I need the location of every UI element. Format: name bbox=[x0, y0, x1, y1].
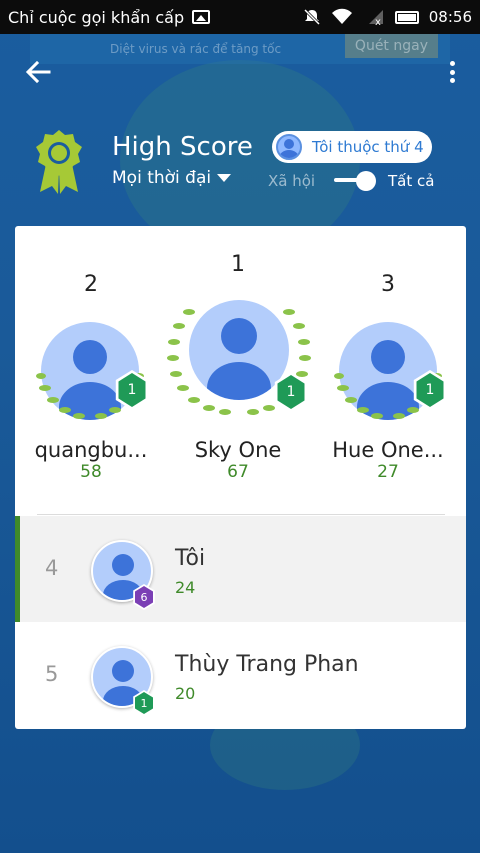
avatar-body bbox=[207, 362, 271, 400]
ad-banner[interactable]: Diệt virus và rác để tăng tốc Quét ngay bbox=[30, 34, 450, 64]
battery-icon bbox=[394, 10, 419, 24]
leaderboard-card: 2 1 quangbu... 58 1 1 Sky One 67 3 1 Hue… bbox=[15, 226, 466, 729]
player-name: Sky One bbox=[194, 438, 282, 462]
player-score: 20 bbox=[175, 684, 196, 703]
avatar bbox=[276, 134, 302, 160]
avatar-head bbox=[112, 660, 134, 682]
podium-rank: 3 bbox=[381, 272, 395, 297]
podium-first-info: Sky One 67 bbox=[178, 438, 298, 482]
period-label: Mọi thời đại bbox=[112, 168, 212, 188]
my-rank-label: Tôi thuộc thứ 4 bbox=[312, 138, 424, 156]
avatar-head bbox=[112, 554, 134, 576]
level-number: 1 bbox=[127, 382, 137, 398]
dot-icon bbox=[449, 61, 455, 66]
podium-rank: 2 bbox=[84, 272, 98, 297]
dot-icon bbox=[449, 78, 455, 83]
wifi-icon bbox=[331, 8, 352, 24]
level-number: 6 bbox=[140, 590, 148, 604]
row-rank: 4 bbox=[45, 556, 59, 580]
person-icon bbox=[279, 139, 299, 158]
player-name: Thùy Trang Phan bbox=[175, 652, 359, 677]
avatar-head bbox=[221, 318, 257, 354]
player-score: 24 bbox=[175, 578, 196, 597]
social-label[interactable]: Xã hội bbox=[268, 172, 315, 190]
player-name: quangbu... bbox=[34, 438, 148, 462]
divider bbox=[37, 514, 445, 515]
silent-icon bbox=[303, 8, 320, 26]
svg-text:x: x bbox=[375, 17, 381, 26]
arrow-left-icon bbox=[25, 60, 51, 84]
avatar-head bbox=[73, 340, 107, 374]
status-bar: Chỉ cuộc gọi khẩn cấp x 08:56 bbox=[0, 0, 480, 34]
ad-button[interactable]: Quét ngay bbox=[344, 34, 438, 58]
player-score: 58 bbox=[80, 462, 102, 482]
avatar[interactable] bbox=[189, 300, 289, 400]
signal-off-icon: x bbox=[368, 10, 383, 26]
podium-third[interactable]: 3 bbox=[328, 272, 448, 297]
clock: 08:56 bbox=[428, 8, 472, 26]
status-icons: x 08:56 bbox=[303, 8, 472, 26]
dot-icon bbox=[449, 69, 455, 75]
podium-rank: 1 bbox=[231, 252, 245, 277]
player-score: 27 bbox=[377, 462, 399, 482]
page-title: High Score bbox=[112, 132, 253, 162]
overflow-menu-button[interactable] bbox=[444, 58, 460, 86]
level-number: 1 bbox=[140, 696, 148, 710]
podium-first[interactable]: 1 bbox=[178, 252, 298, 277]
player-name: Tôi bbox=[175, 546, 206, 571]
player-score: 67 bbox=[227, 462, 249, 482]
row-rank: 5 bbox=[45, 662, 59, 686]
podium-third-info: Hue One... 27 bbox=[328, 438, 448, 482]
toggle-knob bbox=[356, 171, 376, 191]
scope-toggle[interactable] bbox=[334, 171, 378, 191]
carrier-text: Chỉ cuộc gọi khẩn cấp bbox=[8, 7, 185, 27]
my-rank-pill[interactable]: Tôi thuộc thứ 4 bbox=[272, 131, 432, 163]
ad-text: Diệt virus và rác để tăng tốc bbox=[110, 42, 282, 56]
award-ribbon-icon bbox=[36, 130, 82, 194]
level-number: 1 bbox=[286, 384, 296, 400]
podium-second[interactable]: 2 bbox=[31, 272, 151, 297]
level-number: 1 bbox=[425, 382, 435, 398]
avatar-head bbox=[371, 340, 405, 374]
carrier-area: Chỉ cuộc gọi khẩn cấp bbox=[8, 8, 303, 27]
list-item-me[interactable]: 4 6 Tôi 24 bbox=[15, 516, 466, 622]
all-label[interactable]: Tất cả bbox=[388, 172, 434, 190]
image-icon bbox=[192, 10, 211, 24]
back-button[interactable] bbox=[22, 56, 54, 88]
list-item[interactable]: 5 1 Thùy Trang Phan 20 bbox=[15, 622, 466, 728]
period-dropdown[interactable]: Mọi thời đại bbox=[112, 168, 232, 188]
podium-second-info: quangbu... 58 bbox=[31, 438, 151, 482]
caret-down-icon bbox=[217, 174, 232, 182]
player-name: Hue One... bbox=[332, 438, 444, 462]
